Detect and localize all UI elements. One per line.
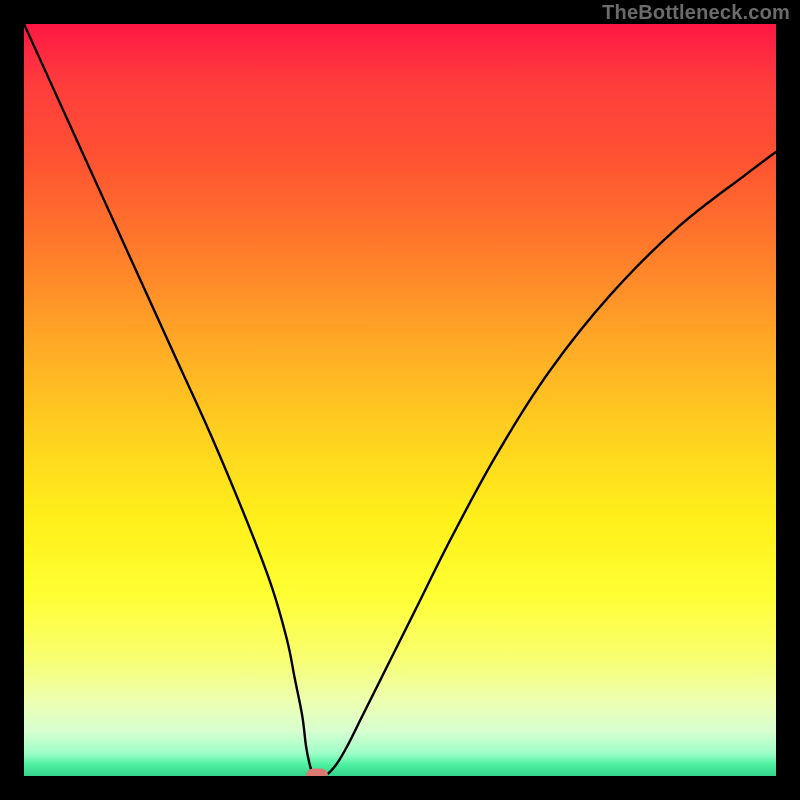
- min-marker: [306, 769, 328, 777]
- bottleneck-curve: [24, 24, 776, 776]
- watermark: TheBottleneck.com: [602, 2, 790, 25]
